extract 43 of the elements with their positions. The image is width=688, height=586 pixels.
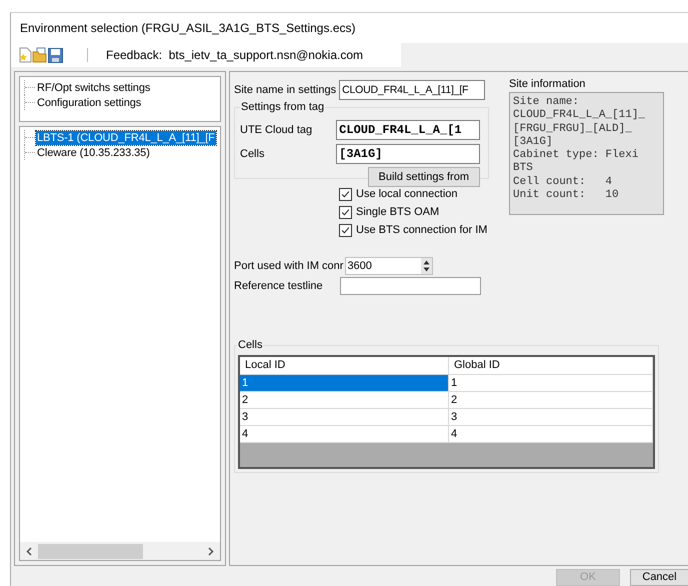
tree-item[interactable]: Configuration settings	[36, 96, 142, 110]
field-label: UTE Cloud tag	[240, 124, 314, 136]
open-folder-icon[interactable]	[32, 47, 48, 63]
feedback-text: Feedback: bts_ietv_ta_support.nsn@nokia.com	[106, 48, 363, 62]
tree-item[interactable]: Cleware (10.35.233.35)	[36, 146, 151, 160]
checkbox-label: Use local connection	[356, 188, 458, 200]
checkbox[interactable]	[339, 206, 352, 218]
input-field[interactable]: CLOUD_FR4L_L_A_[11]_[F	[339, 80, 486, 100]
save-icon[interactable]	[48, 48, 63, 62]
scroll-left-icon[interactable]	[26, 546, 32, 556]
table-cell[interactable]: 4	[240, 426, 449, 442]
site-information-text: Site name: CLOUD_FR4L_L_A_[11]_ [FRGU_FRGU]_[ALD]_ [3A1G] Cabinet type: Flexi BTS Cell count: 4 Unit count: 10	[509, 92, 664, 216]
checkbox-label: Use BTS connection for IM	[356, 224, 488, 236]
port-spinner[interactable]: 3600	[345, 257, 434, 275]
group-title: Settings from tag	[240, 101, 326, 114]
field-label: Site name in settings	[234, 84, 336, 96]
dialog-button[interactable]: Cancel	[630, 569, 688, 586]
tree-item[interactable]: RF/Opt switchs settings	[36, 80, 152, 94]
input-field[interactable]: CLOUD_FR4L_L_A_[1	[336, 120, 480, 140]
panel-title: Site information	[509, 78, 586, 92]
input-field[interactable]	[340, 277, 481, 295]
table-cell[interactable]: 1	[240, 375, 449, 391]
table-cell[interactable]: 3	[449, 409, 653, 425]
column-header: Local ID	[240, 357, 449, 374]
column-header: Global ID	[449, 357, 653, 374]
field-label: Port used with IM conr	[234, 260, 344, 272]
table-cell[interactable]: 2	[240, 392, 449, 408]
build-settings-button[interactable]: Build settings from	[368, 167, 480, 187]
table-cell[interactable]: 4	[449, 426, 653, 442]
table-cell[interactable]: 1	[449, 375, 653, 391]
checkbox[interactable]	[339, 224, 352, 236]
field-label: Cells	[240, 148, 266, 160]
field-label: Reference testline	[234, 280, 324, 292]
checkbox-label: Single BTS OAM	[356, 206, 440, 218]
new-file-icon[interactable]	[18, 47, 32, 63]
input-field[interactable]: [3A1G]	[336, 144, 480, 164]
table-cell[interactable]: 2	[449, 392, 653, 408]
checkbox[interactable]	[339, 188, 352, 200]
window-title: Environment selection (FRGU_ASIL_3A1G_BTS_Settings.ecs)	[20, 21, 356, 35]
tree-item[interactable]: LBTS-1 (CLOUD_FR4L_L_A_[11]_[F	[36, 130, 216, 144]
table-cell[interactable]: 3	[240, 409, 449, 425]
horizontal-scrollbar[interactable]	[20, 542, 220, 560]
scroll-right-icon[interactable]	[208, 546, 214, 556]
